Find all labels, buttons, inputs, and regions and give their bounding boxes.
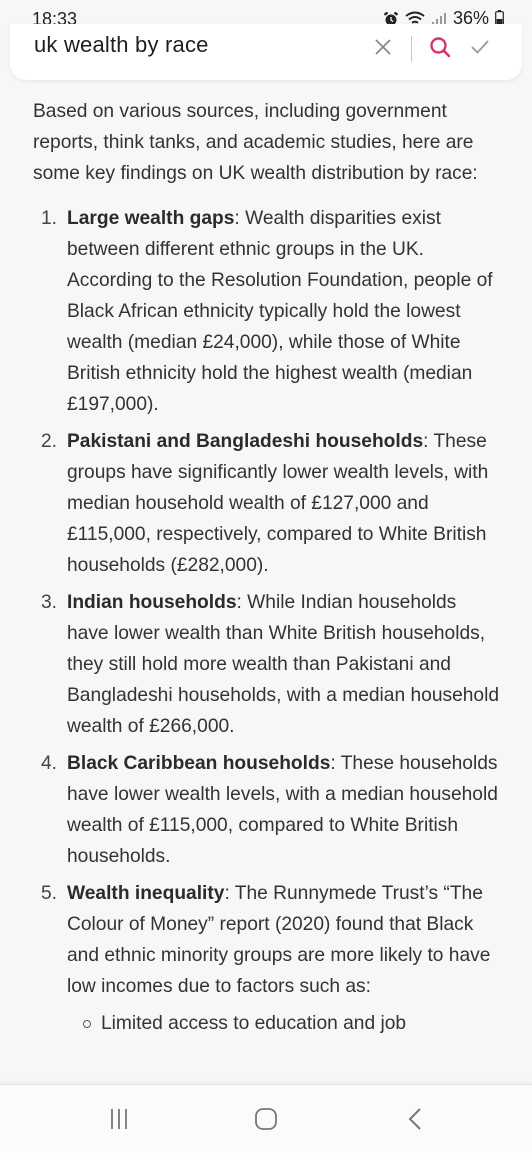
clear-button[interactable] bbox=[363, 34, 403, 64]
item-text: : These groups have significantly lower … bbox=[67, 431, 489, 576]
home-icon bbox=[253, 1106, 279, 1137]
search-button[interactable] bbox=[420, 34, 460, 64]
recent-apps-button[interactable] bbox=[101, 1107, 137, 1135]
list-item: 1. Large wealth gaps: Wealth disparities … bbox=[33, 203, 503, 420]
item-heading: Large wealth gaps bbox=[67, 208, 235, 229]
list-number: 4. bbox=[41, 753, 58, 774]
item-text: : While Indian households have lower wea… bbox=[67, 592, 500, 737]
sub-list-item: Limited access to education and job bbox=[67, 1008, 503, 1039]
divider bbox=[411, 36, 412, 62]
item-heading: Pakistani and Bangladeshi households bbox=[67, 431, 424, 452]
search-actions bbox=[363, 34, 500, 64]
recent-apps-icon bbox=[107, 1107, 131, 1136]
findings-list: 1. Large wealth gaps: Wealth disparities … bbox=[33, 203, 503, 1039]
home-button[interactable] bbox=[248, 1107, 284, 1135]
back-button[interactable] bbox=[397, 1107, 433, 1135]
search-bar: uk wealth by race bbox=[10, 24, 522, 80]
item-heading: Wealth inequality bbox=[67, 883, 225, 904]
check-icon bbox=[470, 39, 490, 60]
list-number: 1. bbox=[41, 208, 58, 229]
back-icon bbox=[405, 1106, 425, 1137]
confirm-button[interactable] bbox=[460, 34, 500, 64]
sub-item-text: Limited access to education and job bbox=[101, 1013, 407, 1034]
list-item: 4. Black Caribbean households: These hous… bbox=[33, 748, 503, 872]
item-heading: Indian households bbox=[67, 592, 237, 613]
list-number: 2. bbox=[41, 431, 58, 452]
list-item: 3. Indian households: While Indian househ… bbox=[33, 587, 503, 742]
search-icon bbox=[429, 36, 451, 63]
sub-list: Limited access to education and job bbox=[67, 1008, 503, 1039]
list-number: 5. bbox=[41, 883, 58, 904]
answer-content: Based on various sources, including gove… bbox=[33, 96, 503, 1045]
list-item: 2. Pakistani and Bangladeshi households: … bbox=[33, 426, 503, 581]
item-heading: Black Caribbean households bbox=[67, 753, 331, 774]
intro-paragraph: Based on various sources, including gove… bbox=[33, 101, 478, 184]
search-input[interactable]: uk wealth by race bbox=[34, 32, 209, 58]
list-number: 3. bbox=[41, 592, 58, 613]
item-text: : Wealth disparities exist between diffe… bbox=[67, 208, 493, 415]
close-icon bbox=[374, 38, 392, 61]
bullet-icon bbox=[83, 1020, 91, 1028]
list-item: 5. Wealth inequality: The Runnymede Trust… bbox=[33, 878, 503, 1039]
navigation-bar bbox=[0, 1084, 532, 1153]
